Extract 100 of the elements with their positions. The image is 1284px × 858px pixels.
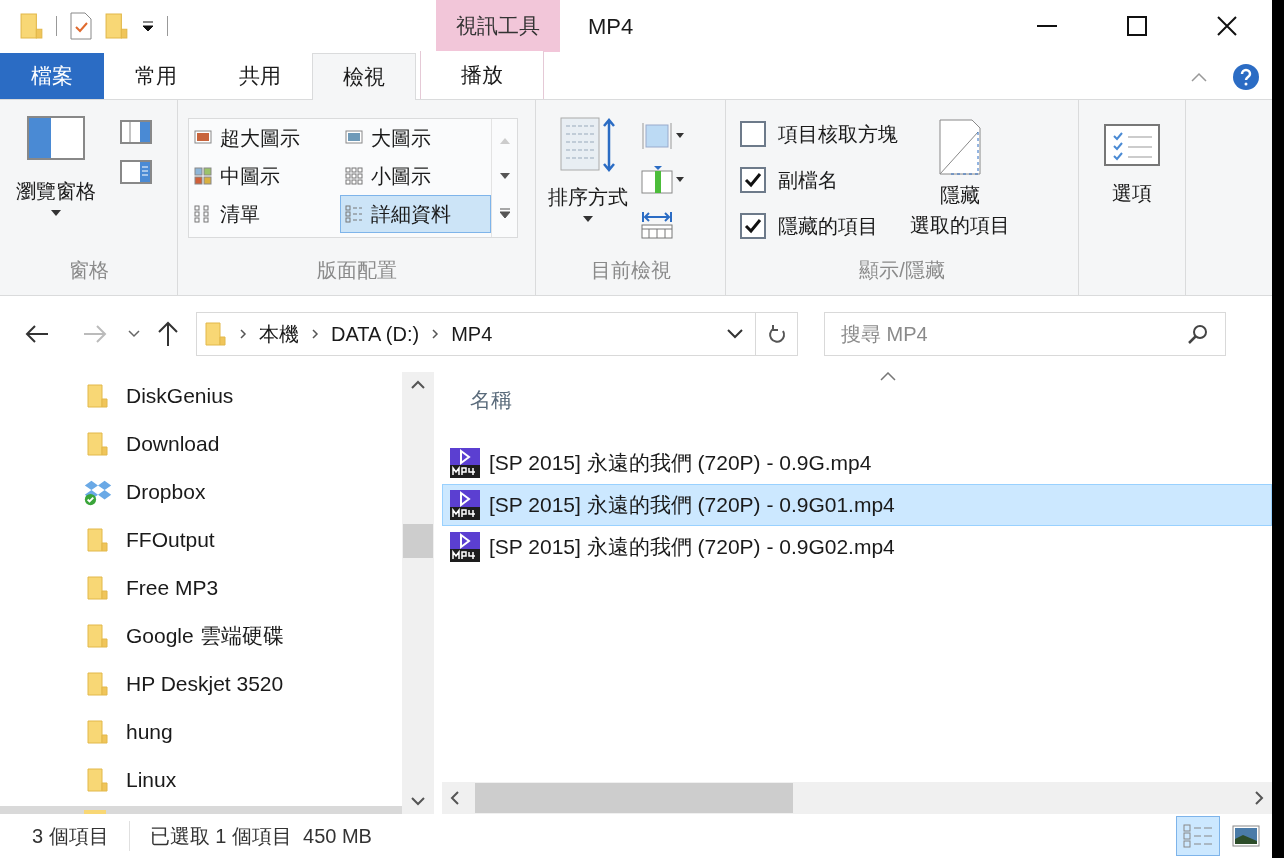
folder-icon [105, 11, 129, 41]
nav-item[interactable]: FFOutput [0, 516, 402, 564]
file-row[interactable]: [SP 2015] 永遠的我們 (720P) - 0.9G02.mp4 [442, 526, 1272, 568]
scrollbar-thumb[interactable] [403, 524, 433, 558]
item-count: 3 個項目 [0, 821, 130, 851]
nav-item[interactable]: Free MP3 [0, 564, 402, 612]
help-icon[interactable] [1232, 63, 1260, 91]
view-layout-icon [345, 167, 363, 185]
column-header[interactable]: 名稱 [470, 384, 512, 416]
folder-icon [87, 527, 109, 553]
expand-gallery-icon[interactable] [499, 208, 510, 219]
group-label: 版面配置 [315, 258, 398, 283]
navigation-pane-button[interactable]: 瀏覽窗格 [16, 116, 96, 255]
add-columns-icon[interactable] [640, 164, 686, 196]
group-label: 目前檢視 [589, 258, 672, 283]
layout-option[interactable]: 超大圖示 [189, 119, 340, 157]
collapse-ribbon-icon[interactable] [1190, 71, 1208, 83]
maximize-icon [1127, 16, 1147, 36]
breadcrumb[interactable]: MP4 [451, 319, 493, 349]
refresh-icon[interactable] [766, 323, 787, 345]
chevron-right-icon [239, 328, 247, 340]
scrollbar-thumb[interactable] [475, 783, 793, 813]
checkbox-label: 副檔名 [778, 168, 838, 193]
caret-icon [51, 210, 61, 216]
options-list-icon [1104, 124, 1160, 166]
sort-by-button[interactable]: 排序方式 [548, 116, 628, 255]
customize-dropdown-icon[interactable] [141, 19, 155, 33]
scroll-up-icon[interactable] [411, 380, 425, 389]
view-layout-icon [194, 167, 212, 185]
scroll-right-icon[interactable] [1255, 791, 1264, 805]
video-file-icon [449, 447, 481, 479]
sort-list-icon [559, 116, 617, 174]
back-arrow-icon[interactable] [24, 323, 50, 345]
pane-layout-icon [27, 116, 85, 160]
sort-ascending-icon [880, 372, 896, 381]
checkmark-icon [744, 172, 762, 188]
horizontal-scrollbar[interactable] [442, 782, 1272, 814]
video-file-icon [449, 489, 481, 521]
group-label: 窗格 [67, 258, 110, 283]
search-box[interactable]: 搜尋 MP4 [824, 312, 1226, 356]
nav-item[interactable]: Dropbox [0, 468, 402, 516]
nav-item[interactable]: hung [0, 708, 402, 756]
group-label: 顯示/隱藏 [858, 258, 946, 283]
view-layout-icon [194, 205, 212, 223]
folder-icon [87, 767, 109, 793]
ribbon-tab[interactable]: 共用 [208, 53, 312, 99]
folder-icon [205, 319, 227, 349]
layout-option[interactable]: 中圖示 [189, 157, 340, 195]
nav-item[interactable]: Download [0, 420, 402, 468]
layout-option[interactable]: 清單 [189, 195, 340, 233]
scroll-left-icon[interactable] [450, 791, 459, 805]
hide-selected-button[interactable]: 隱藏 選取的項目 [910, 118, 1010, 255]
window-title: MP4 [587, 12, 635, 41]
address-dropdown-icon[interactable] [727, 329, 743, 339]
address-bar[interactable]: 本機 DATA (D:) MP4 [196, 312, 798, 356]
document-icon [938, 118, 982, 176]
layout-option[interactable]: 小圖示 [340, 157, 491, 195]
file-row[interactable]: [SP 2015] 永遠的我們 (720P) - 0.9G01.mp4 [442, 484, 1272, 526]
nav-item[interactable]: HP Deskjet 3520 [0, 660, 402, 708]
view-layout-icon [345, 129, 363, 147]
folder-icon [87, 383, 109, 409]
search-icon [1187, 323, 1209, 345]
folder-icon [87, 671, 109, 697]
layout-option[interactable]: 大圖示 [340, 119, 491, 157]
details-pane-icon[interactable] [120, 160, 152, 184]
ribbon-tab[interactable]: 檔案 [0, 53, 104, 99]
layout-option[interactable]: 詳細資料 [340, 195, 491, 233]
scroll-down-icon[interactable] [499, 173, 510, 179]
view-toggle-button[interactable] [1176, 816, 1220, 856]
checkbox-label: 項目核取方塊 [778, 122, 898, 147]
breadcrumb[interactable]: 本機 [259, 319, 299, 349]
scroll-down-icon[interactable] [411, 797, 425, 806]
ribbon-tab[interactable]: 播放 [420, 51, 544, 99]
checkbox[interactable] [740, 121, 766, 147]
preview-pane-icon[interactable] [120, 120, 152, 144]
up-arrow-icon[interactable] [156, 321, 180, 347]
ribbon-tab[interactable]: 常用 [104, 53, 208, 99]
close-icon [1217, 16, 1237, 36]
folder-icon [87, 431, 109, 457]
context-tab-group-label: 視訊工具 [436, 0, 560, 52]
details-view-icon [1182, 823, 1214, 849]
nav-item[interactable]: DiskGenius [0, 372, 402, 420]
ribbon-tab[interactable]: 檢視 [312, 53, 416, 100]
file-row[interactable]: [SP 2015] 永遠的我們 (720P) - 0.9G.mp4 [442, 442, 1272, 484]
nav-item[interactable]: Google 雲端硬碟 [0, 612, 402, 660]
view-layout-icon [194, 129, 212, 147]
checkbox-label: 隱藏的項目 [778, 214, 878, 239]
video-file-icon [449, 531, 481, 563]
checkbox[interactable] [740, 167, 766, 193]
recent-dropdown-icon[interactable] [128, 330, 140, 338]
checkbox[interactable] [740, 213, 766, 239]
properties-icon[interactable] [69, 11, 93, 41]
vertical-scrollbar[interactable] [402, 372, 434, 814]
nav-item[interactable]: Linux [0, 756, 402, 804]
options-button[interactable]: 選項 [1079, 100, 1185, 208]
breadcrumb[interactable]: DATA (D:) [331, 319, 420, 349]
thumbnails-view-icon [1232, 825, 1260, 847]
search-field[interactable]: 搜尋 MP4 [841, 319, 1187, 349]
caret-icon [583, 216, 593, 222]
chevron-right-icon [311, 328, 319, 340]
